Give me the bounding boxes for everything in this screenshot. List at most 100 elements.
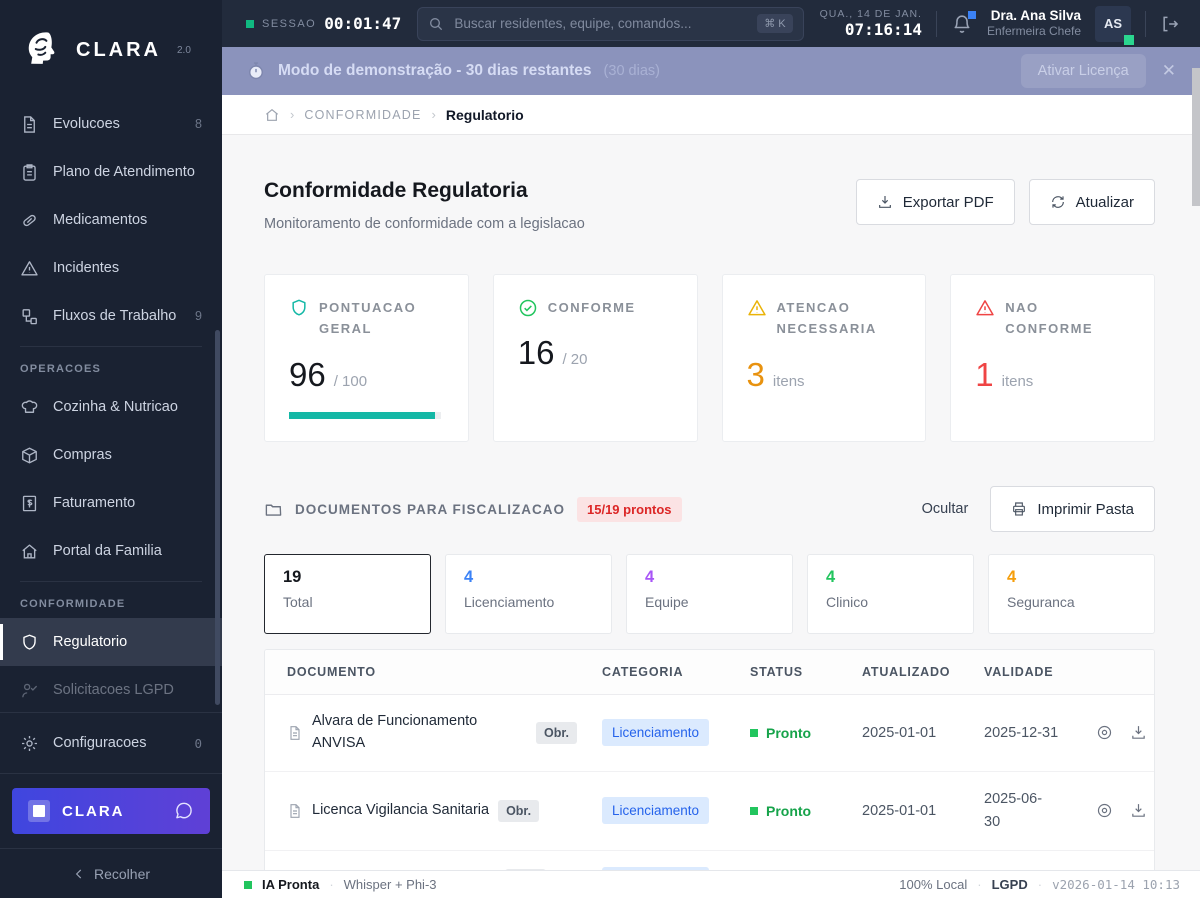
- divider: [935, 10, 937, 37]
- online-status-icon: [1124, 34, 1134, 45]
- updated-date: 2024-10-15: [856, 856, 978, 870]
- breadcrumb-current: Regulatorio: [445, 106, 524, 123]
- filter-licenciamento[interactable]: 4 Licenciamento: [445, 554, 612, 634]
- close-icon[interactable]: ✕: [1158, 61, 1180, 81]
- nao-conforme-value: 1: [975, 355, 994, 393]
- topbar: SESSAO 00:01:47 ⌘ K QUA., 14 DE JAN. 07:…: [222, 0, 1200, 47]
- section-label-conformidade: CONFORMIDADE: [20, 598, 126, 610]
- user-name: Dra. Ana Silva: [990, 7, 1081, 23]
- status-badge: Pronto: [744, 787, 856, 835]
- sidebar-item-cozinha-nutricao[interactable]: Cozinha & Nutricao: [0, 383, 222, 431]
- filter-clinico[interactable]: 4 Clinico: [807, 554, 974, 634]
- documents-table: DOCUMENTO CATEGORIA STATUS ATUALIZADO VA…: [264, 649, 1155, 870]
- page-content: Conformidade Regulatoria Monitoramento d…: [222, 135, 1200, 870]
- main-scrollbar[interactable]: [1192, 68, 1200, 206]
- user-role: Enfermeira Chefe: [986, 24, 1081, 39]
- warning-triangle-icon: [747, 298, 767, 318]
- date-label: QUA., 14 DE JAN.: [819, 8, 922, 20]
- sidebar-scrollbar[interactable]: [215, 330, 220, 705]
- demo-days-left: (30 dias): [603, 63, 660, 79]
- hide-link[interactable]: Ocultar: [922, 501, 969, 517]
- sidebar-item-medicamentos[interactable]: Medicamentos: [0, 196, 222, 244]
- documents-section-title: DOCUMENTOS PARA FISCALIZACAO: [295, 501, 565, 517]
- export-pdf-button[interactable]: Exportar PDF: [855, 179, 1015, 225]
- stop-square-icon: [28, 800, 50, 822]
- shield-icon: [20, 633, 39, 652]
- stat-card-nao-conforme: NAO CONFORME 1 itens: [950, 274, 1155, 442]
- sidebar-item-configuracoes[interactable]: Configuracoes 0: [0, 713, 222, 773]
- status-bar: IA Pronta · Whisper + Phi-3 100% Local ·…: [222, 870, 1200, 898]
- ai-model: Whisper + Phi-3: [343, 877, 437, 892]
- filter-seguranca[interactable]: 4 Seguranca: [988, 554, 1155, 634]
- conforme-value: 16: [517, 334, 555, 372]
- updated-date: 2025-01-01: [862, 724, 937, 741]
- app-window: CLARA 2.0 Evolucoes 8 Plano de Atendimen…: [0, 0, 1200, 898]
- view-icon[interactable]: [1096, 724, 1113, 741]
- search-icon: [428, 16, 444, 32]
- check-circle-icon: [518, 298, 538, 318]
- chat-bubble-icon: [174, 801, 194, 821]
- sidebar-item-portal-da-familia[interactable]: Portal da Familia: [0, 527, 222, 575]
- status-badge: Pronto: [744, 709, 856, 757]
- sidebar-item-plano-de-atendimento[interactable]: Plano de Atendimento: [0, 148, 222, 196]
- search-input[interactable]: [454, 16, 748, 31]
- clara-logo-icon: [20, 28, 64, 72]
- sidebar-item-incidentes[interactable]: Incidentes: [0, 244, 222, 292]
- lgpd-label: LGPD: [991, 877, 1028, 892]
- workflow-icon: [20, 307, 39, 326]
- chevron-left-icon: [72, 867, 86, 881]
- document-name: Alvara de Funcionamento ANVISA: [312, 713, 478, 751]
- activate-license-button[interactable]: Ativar Licença: [1020, 54, 1146, 88]
- download-icon[interactable]: [1130, 724, 1147, 741]
- datetime: QUA., 14 DE JAN. 07:16:14: [820, 8, 922, 39]
- home-icon[interactable]: [264, 107, 280, 123]
- sidebar-item-fluxos-de-trabalho[interactable]: Fluxos de Trabalho 9: [0, 292, 222, 340]
- file-icon: [287, 803, 303, 819]
- filter-equipe[interactable]: 4 Equipe: [626, 554, 793, 634]
- status-badge: Pronto: [744, 856, 856, 870]
- ready-count-badge: 15/19 prontos: [577, 496, 682, 522]
- sidebar: CLARA 2.0 Evolucoes 8 Plano de Atendimen…: [0, 0, 222, 898]
- user-check-icon: [20, 681, 39, 700]
- sidebar-item-compras[interactable]: Compras: [0, 431, 222, 479]
- download-icon: [877, 194, 893, 210]
- clara-assistant-button[interactable]: CLARA: [12, 788, 210, 834]
- sidebar-item-faturamento[interactable]: Faturamento: [0, 479, 222, 527]
- chef-hat-icon: [20, 398, 39, 417]
- category-badge: Licenciamento: [602, 797, 710, 825]
- view-icon[interactable]: [1096, 802, 1113, 819]
- ai-status: IA Pronta: [262, 877, 320, 892]
- download-icon[interactable]: [1130, 802, 1147, 819]
- notifications-button[interactable]: [951, 10, 976, 35]
- status-square-icon: [750, 806, 758, 815]
- refresh-button[interactable]: Atualizar: [1028, 179, 1155, 225]
- page-header: Conformidade Regulatoria Monitoramento d…: [264, 179, 1155, 232]
- section-label-operacoes: OPERACOES: [20, 363, 102, 375]
- sidebar-item-regulatorio[interactable]: Regulatorio: [0, 618, 222, 666]
- sidebar-item-evolucoes[interactable]: Evolucoes 8: [0, 100, 222, 148]
- pill-icon: [20, 211, 39, 230]
- global-search[interactable]: ⌘ K: [417, 6, 804, 41]
- demo-mode-banner: Modo de demonstração - 30 dias restantes…: [222, 47, 1200, 95]
- breadcrumb: › CONFORMIDADE › Regulatorio: [222, 95, 1200, 135]
- version-label: v2026-01-14 10:13: [1052, 877, 1180, 892]
- app-version: 2.0: [177, 44, 191, 56]
- breadcrumb-section: CONFORMIDADE: [304, 107, 422, 122]
- print-folder-button[interactable]: Imprimir Pasta: [990, 486, 1155, 532]
- collapse-sidebar-button[interactable]: Recolher: [0, 848, 222, 898]
- page-title: Conformidade Regulatoria: [264, 179, 528, 202]
- logout-icon[interactable]: [1160, 14, 1180, 34]
- filter-total[interactable]: 19 Total: [264, 554, 431, 634]
- badge: 9: [195, 309, 202, 323]
- stat-card-conforme: CONFORME 16 / 20: [492, 274, 698, 442]
- document-name: AVCB - Corpo de Bombeiros: [312, 870, 496, 871]
- sidebar-bottom: Configuracoes 0 CLARA Recolher: [0, 712, 222, 898]
- sidebar-item-solicitacoes-lgpd[interactable]: Solicitacoes LGPD: [0, 666, 222, 712]
- notification-badge: [967, 10, 976, 19]
- page-subtitle: Monitoramento de conformidade com a legi…: [264, 216, 585, 232]
- ai-status-icon: [244, 880, 252, 889]
- mandatory-badge: Obr.: [536, 721, 578, 744]
- logo: CLARA 2.0: [0, 0, 222, 100]
- avatar[interactable]: AS: [1095, 5, 1134, 45]
- badge: 0: [194, 735, 202, 751]
